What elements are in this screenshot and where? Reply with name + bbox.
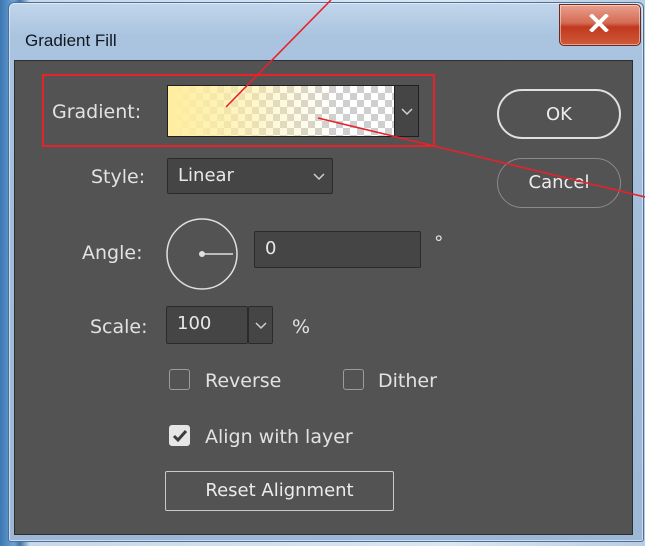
gradient-label: Gradient: xyxy=(52,101,142,123)
reverse-label: Reverse xyxy=(205,370,282,392)
style-value: Linear xyxy=(178,165,234,186)
angle-unit: ° xyxy=(434,232,444,254)
angle-label: Angle: xyxy=(82,242,143,264)
angle-dial[interactable] xyxy=(165,217,239,291)
dialog-title: Gradient Fill xyxy=(25,31,117,50)
checkmark-icon xyxy=(172,430,188,443)
chevron-down-icon xyxy=(401,108,413,116)
style-label: Style: xyxy=(91,166,146,188)
align-with-layer-label: Align with layer xyxy=(205,426,353,448)
scale-dropdown[interactable] xyxy=(248,306,273,344)
reverse-checkbox[interactable] xyxy=(169,369,190,390)
dither-checkbox[interactable] xyxy=(343,369,364,390)
gradient-swatch[interactable] xyxy=(167,85,395,137)
cancel-button[interactable]: Cancel xyxy=(497,158,621,208)
gradient-preview xyxy=(168,86,394,136)
close-icon xyxy=(589,14,609,32)
chevron-down-icon xyxy=(313,173,325,181)
scale-input[interactable]: 100 xyxy=(166,306,248,344)
scale-label: Scale: xyxy=(90,316,148,338)
angle-input[interactable]: 0 xyxy=(254,231,421,268)
align-with-layer-checkbox[interactable] xyxy=(169,425,190,446)
angle-value: 0 xyxy=(265,238,277,259)
close-button[interactable] xyxy=(559,4,641,46)
gradient-picker-dropdown[interactable] xyxy=(394,85,419,137)
reset-alignment-button[interactable]: Reset Alignment xyxy=(165,471,394,511)
scale-value: 100 xyxy=(177,313,212,334)
scale-unit: % xyxy=(292,316,311,338)
dither-label: Dither xyxy=(378,370,437,392)
chevron-down-icon xyxy=(255,322,267,330)
style-dropdown[interactable]: Linear xyxy=(167,158,333,194)
ok-button[interactable]: OK xyxy=(497,89,621,139)
